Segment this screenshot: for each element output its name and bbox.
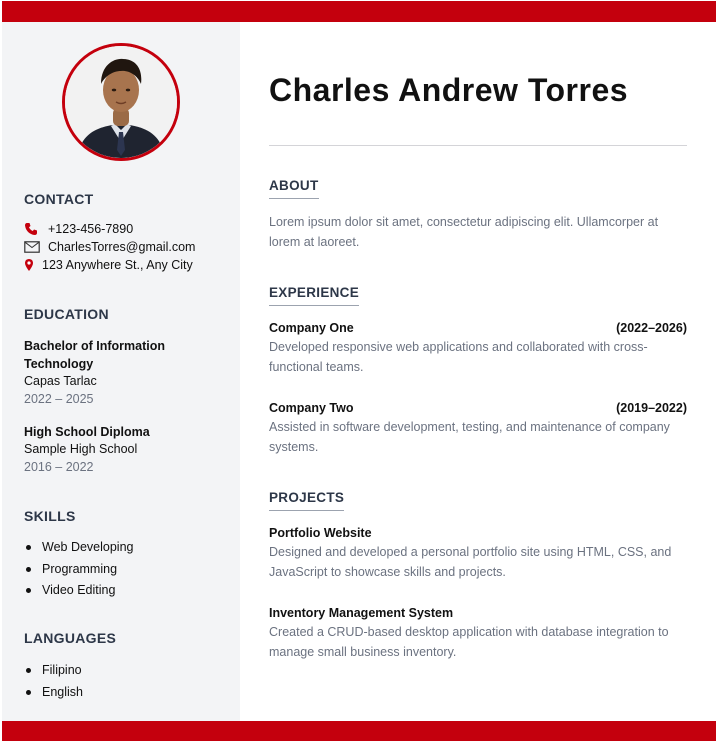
mail-icon	[24, 240, 42, 254]
experience-dates-2: (2019–2022)	[616, 401, 687, 415]
experience-dates-1: (2022–2026)	[616, 321, 687, 335]
address-text: 123 Anywhere St., Any City	[42, 258, 193, 272]
project-description-2: Created a CRUD-based desktop application…	[269, 625, 669, 659]
contact-phone: +123-456-7890	[24, 222, 133, 236]
experience-heading: EXPERIENCE	[269, 285, 360, 306]
location-pin-icon	[24, 258, 36, 272]
education-degree-1: Bachelor of Information Technology	[24, 339, 165, 371]
language-item: Filipino	[24, 660, 83, 682]
skills-list: Web Developing Programming Video Editing	[24, 537, 134, 602]
phone-icon	[24, 222, 42, 236]
education-degree-2: High School Diploma	[24, 425, 150, 439]
projects-heading: PROJECTS	[269, 490, 345, 511]
about-heading: ABOUT	[269, 178, 319, 199]
skills-heading: SKILLS	[24, 508, 76, 524]
contact-heading: CONTACT	[24, 191, 94, 207]
bottom-accent-bar	[2, 721, 716, 741]
skill-item: Web Developing	[24, 537, 134, 559]
languages-heading: LANGUAGES	[24, 630, 117, 646]
top-accent-bar	[2, 1, 716, 22]
skill-item: Programming	[24, 559, 134, 581]
experience-description-2: Assisted in software development, testin…	[269, 420, 670, 454]
email-text: CharlesTorres@gmail.com	[48, 240, 196, 254]
experience-description-1: Developed responsive web applications an…	[269, 340, 648, 374]
experience-company-1: Company One	[269, 321, 354, 335]
contact-email: CharlesTorres@gmail.com	[24, 240, 195, 254]
education-heading: EDUCATION	[24, 306, 109, 322]
experience-company-2: Company Two	[269, 401, 354, 415]
project-description-1: Designed and developed a personal portfo…	[269, 545, 672, 579]
project-title-1: Portfolio Website	[269, 526, 372, 540]
profile-photo	[62, 43, 180, 161]
about-text: Lorem ipsum dolor sit amet, consectetur …	[269, 215, 659, 249]
contact-address: 123 Anywhere St., Any City	[24, 258, 193, 272]
education-school-1: Capas Tarlac	[24, 374, 97, 388]
header-divider	[269, 145, 687, 146]
education-school-2: Sample High School	[24, 442, 138, 456]
languages-list: Filipino English	[24, 660, 83, 703]
project-title-2: Inventory Management System	[269, 606, 454, 620]
full-name-title: Charles Andrew Torres	[269, 72, 629, 108]
skill-item: Video Editing	[24, 580, 134, 602]
language-item: English	[24, 682, 83, 704]
phone-text: +123-456-7890	[48, 222, 134, 236]
education-years-1: 2022 – 2025	[24, 392, 94, 406]
education-years-2: 2016 – 2022	[24, 460, 94, 474]
